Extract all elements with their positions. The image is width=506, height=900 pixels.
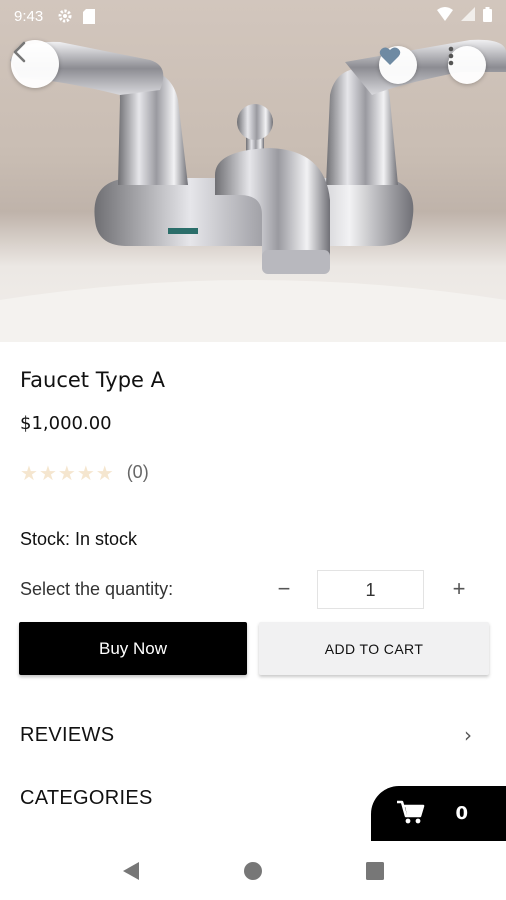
settings-icon	[57, 8, 73, 24]
product-image[interactable]	[0, 0, 506, 342]
system-navigation-bar	[0, 841, 506, 900]
nav-home-icon[interactable]	[233, 851, 273, 891]
star-icon: ★	[20, 460, 38, 485]
star-icon: ★	[57, 460, 76, 485]
status-time: 9:43	[14, 7, 44, 25]
signal-icon	[461, 7, 475, 25]
favorite-button[interactable]	[379, 46, 417, 84]
buy-now-button[interactable]: Buy Now	[19, 622, 247, 675]
nav-recents-icon[interactable]	[355, 851, 395, 891]
cart-count: 0	[455, 803, 468, 824]
chevron-right-icon: ›	[464, 723, 472, 747]
stock-status: Stock: In stock	[20, 529, 138, 549]
status-bar: 9:43	[0, 0, 506, 32]
rating[interactable]: ★ ★ ★ ★ ★ (0)	[20, 462, 149, 483]
rating-count: (0)	[126, 462, 149, 482]
product-title: Faucet Type A	[20, 368, 165, 392]
nav-back-icon[interactable]	[111, 851, 151, 891]
star-icon: ★	[38, 460, 57, 485]
sd-card-icon	[83, 8, 96, 24]
more-options-button[interactable]	[448, 46, 486, 84]
battery-icon	[483, 6, 492, 26]
quantity-label: Select the quantity:	[20, 579, 174, 599]
reviews-label: REVIEWS	[20, 723, 115, 746]
reviews-section[interactable]: REVIEWS ›	[0, 713, 506, 757]
quantity-input[interactable]: 1	[317, 570, 424, 609]
back-button[interactable]	[11, 40, 59, 88]
cart-icon	[397, 800, 425, 828]
cart-button[interactable]: 0	[371, 786, 506, 841]
quantity-decrement-button[interactable]: −	[268, 571, 300, 607]
add-to-cart-button[interactable]: ADD TO CART	[259, 622, 489, 675]
star-icon: ★	[76, 460, 95, 485]
categories-label: CATEGORIES	[20, 786, 153, 809]
product-price: $1,000.00	[20, 413, 112, 434]
faucet-illustration	[0, 39, 506, 342]
star-icon: ★	[95, 460, 114, 485]
wifi-icon	[437, 7, 453, 25]
quantity-increment-button[interactable]: +	[443, 571, 475, 607]
